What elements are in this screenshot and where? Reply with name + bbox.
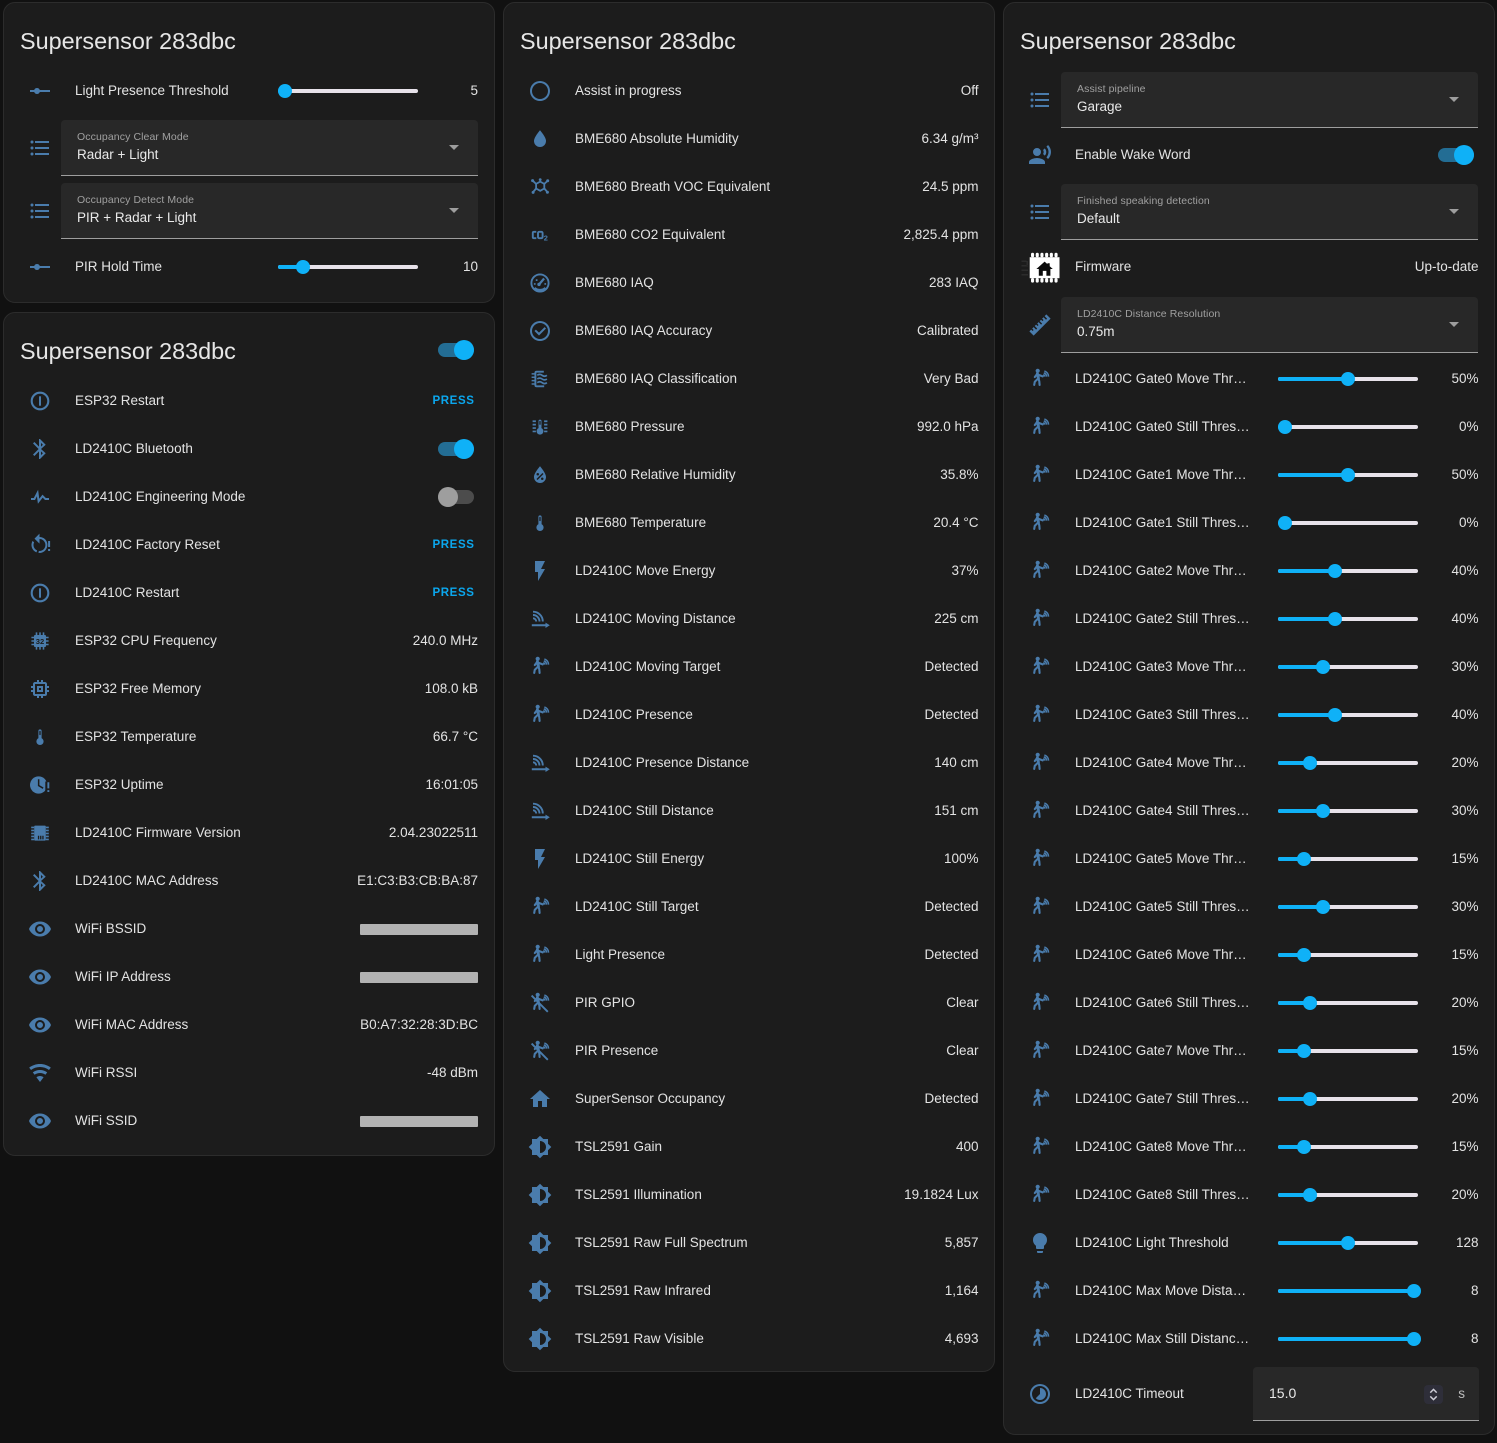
svg-text:32: 32 [36,637,44,646]
svg-text:2: 2 [544,234,548,243]
